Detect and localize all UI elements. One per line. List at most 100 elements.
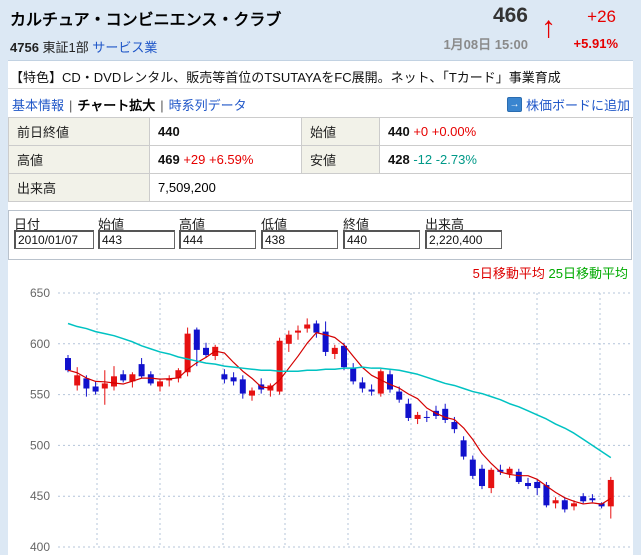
candle-body bbox=[553, 500, 559, 503]
summary-label-high: 高値 bbox=[9, 146, 150, 174]
summary-change-open: +0 +0.00% bbox=[410, 124, 477, 139]
candle-body bbox=[525, 483, 531, 486]
candle-body bbox=[580, 496, 586, 501]
price-change-percent: +5.91% bbox=[566, 36, 618, 51]
candle-body bbox=[102, 383, 108, 388]
candle-body bbox=[221, 374, 227, 379]
candle-body bbox=[359, 382, 365, 388]
company-feature-row: 【特色】CD・DVDレンタル、販売等首位のTSUTAYAをFC展開。ネット、「T… bbox=[0, 61, 641, 89]
summary-label-prev-close: 前日終値 bbox=[9, 118, 150, 146]
candle-body bbox=[378, 371, 384, 393]
candle-body bbox=[461, 440, 467, 456]
stock-nav-links: 基本情報|チャート拡大|時系列データ bbox=[12, 95, 247, 114]
candle-body bbox=[240, 379, 246, 393]
candle-body bbox=[249, 391, 255, 396]
candle-body bbox=[139, 364, 145, 376]
summary-change-low: -12 -2.73% bbox=[410, 152, 477, 167]
candle-body bbox=[304, 324, 310, 328]
candle-body bbox=[231, 377, 237, 381]
nav-tab-time-series[interactable]: 時系列データ bbox=[169, 98, 247, 113]
industry-link[interactable]: サービス業 bbox=[92, 40, 157, 55]
candle-body bbox=[507, 469, 513, 474]
stock-name: カルチュア・コンビニエンス・クラブ bbox=[10, 6, 281, 30]
candle-body bbox=[424, 417, 430, 418]
y-axis-tick-600: 600 bbox=[30, 337, 50, 351]
stock-subline: 4756 東証1部 サービス業 bbox=[10, 37, 157, 56]
summary-value-volume: 7,509,200 bbox=[150, 174, 632, 202]
candle-body bbox=[313, 323, 319, 332]
candle-body bbox=[470, 460, 476, 476]
legend-ma25: 25日移動平均 bbox=[549, 266, 628, 281]
form-input-volume[interactable] bbox=[425, 230, 502, 249]
candle-body bbox=[405, 404, 411, 418]
candle-body bbox=[185, 334, 191, 373]
price-change: +26 bbox=[566, 7, 616, 27]
candle-body bbox=[387, 374, 393, 389]
add-to-price-board[interactable]: → 株価ボードに追加 bbox=[507, 95, 630, 114]
summary-label-open: 始値 bbox=[302, 118, 380, 146]
add-board-label[interactable]: 株価ボードに追加 bbox=[526, 95, 630, 114]
form-input-low[interactable] bbox=[261, 230, 338, 249]
y-axis-tick-550: 550 bbox=[30, 388, 50, 402]
candle-body bbox=[589, 498, 595, 500]
summary-label-volume: 出来高 bbox=[9, 174, 150, 202]
ohlc-form-box: 日付始値高値低値終値出来高 bbox=[8, 210, 632, 260]
nav-separator: | bbox=[155, 98, 168, 113]
summary-change-high: +29 +6.59% bbox=[180, 152, 254, 167]
candlestick-chart: 650 600 550 500 450 400 bbox=[0, 283, 641, 555]
candle-body bbox=[608, 480, 614, 506]
y-axis-tick-400: 400 bbox=[30, 540, 50, 554]
candle-body bbox=[415, 415, 421, 419]
price-summary-table: 前日終値440始値440 +0 +0.00% 高値469 +29 +6.59%安値… bbox=[8, 117, 632, 202]
candle-body bbox=[65, 358, 71, 370]
summary-label-low: 安値 bbox=[302, 146, 380, 174]
candle-body bbox=[83, 378, 89, 388]
summary-value-prev-close: 440 bbox=[150, 118, 302, 146]
nav-separator: | bbox=[64, 98, 77, 113]
candle-body bbox=[93, 386, 99, 391]
candle-body bbox=[277, 341, 283, 392]
chart-legend: 5日移動平均 25日移動平均 bbox=[473, 263, 628, 282]
candle-body bbox=[157, 381, 163, 386]
candle-body bbox=[488, 470, 494, 488]
stock-code: 4756 bbox=[10, 40, 39, 55]
y-axis-tick-450: 450 bbox=[30, 489, 50, 503]
summary-value-open: 440 +0 +0.00% bbox=[380, 118, 632, 146]
candle-body bbox=[479, 469, 485, 486]
nav-tab-chart-zoom[interactable]: チャート拡大 bbox=[77, 98, 155, 113]
candle-body bbox=[120, 374, 126, 380]
price-timestamp: 1月08日 15:00 bbox=[380, 34, 528, 53]
stock-exchange: 東証1部 bbox=[43, 40, 89, 55]
current-price: 466 bbox=[380, 4, 528, 28]
candle-body bbox=[111, 376, 117, 386]
candle-body bbox=[74, 375, 80, 385]
candle-body bbox=[194, 330, 200, 350]
right-page-margin bbox=[633, 60, 641, 555]
summary-value-low: 428 -12 -2.73% bbox=[380, 146, 632, 174]
add-board-arrow-icon: → bbox=[507, 97, 522, 112]
candle-body bbox=[350, 368, 356, 381]
legend-ma5: 5日移動平均 bbox=[473, 266, 545, 281]
candle-body bbox=[571, 503, 577, 506]
stock-header-band: カルチュア・コンビニエンス・クラブ 4756 東証1部 サービス業 466 1月… bbox=[0, 0, 641, 61]
candle-body bbox=[516, 472, 522, 482]
ma5-line bbox=[68, 333, 611, 505]
candle-body bbox=[451, 422, 457, 429]
y-axis-tick-500: 500 bbox=[30, 438, 50, 452]
summary-value-high: 469 +29 +6.59% bbox=[150, 146, 302, 174]
candle-body bbox=[295, 331, 301, 333]
candle-body bbox=[562, 500, 568, 509]
candle-body bbox=[332, 348, 338, 354]
form-input-open[interactable] bbox=[98, 230, 175, 249]
candle-body bbox=[203, 348, 209, 355]
candle-body bbox=[341, 346, 347, 367]
candle-body bbox=[286, 335, 292, 344]
form-input-high[interactable] bbox=[179, 230, 256, 249]
candle-body bbox=[396, 392, 402, 400]
company-feature-text: 【特色】CD・DVDレンタル、販売等首位のTSUTAYAをFC展開。ネット、「T… bbox=[10, 67, 561, 86]
up-arrow-icon: ↑ bbox=[541, 8, 556, 48]
form-input-date[interactable] bbox=[14, 230, 94, 249]
nav-tab-basic-info[interactable]: 基本情報 bbox=[12, 98, 64, 113]
y-axis-tick-650: 650 bbox=[30, 286, 50, 300]
form-input-close[interactable] bbox=[343, 230, 420, 249]
